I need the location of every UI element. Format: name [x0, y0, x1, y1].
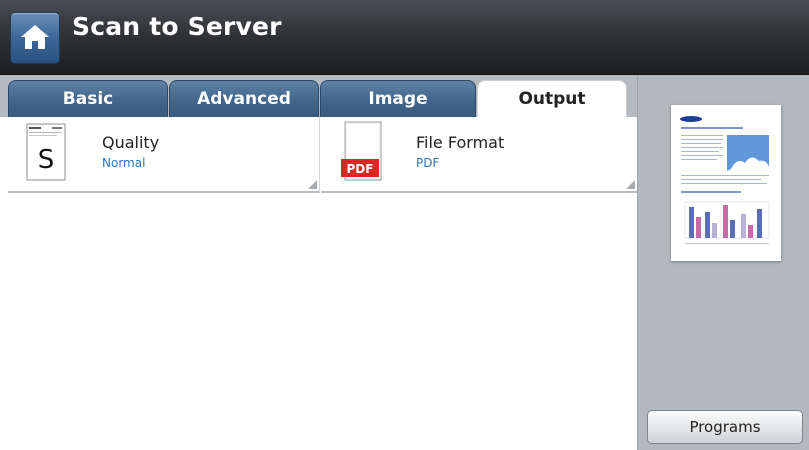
home-icon: [21, 25, 49, 49]
tab-image[interactable]: Image: [320, 80, 476, 117]
pdf-file-icon: PDF: [341, 121, 382, 181]
expand-corner-icon: [626, 180, 635, 189]
page-title: Scan to Server: [72, 12, 282, 41]
side-panel: Programs: [637, 75, 809, 450]
programs-button[interactable]: Programs: [647, 410, 803, 444]
quality-value: Normal: [102, 156, 146, 170]
quality-document-icon: S: [26, 123, 66, 181]
file-format-option[interactable]: PDF File Format PDF: [321, 117, 637, 193]
pdf-badge-text: PDF: [347, 162, 374, 176]
output-options-panel: S Quality Normal PDF File Format PDF: [0, 117, 637, 450]
document-preview-thumbnail[interactable]: [671, 105, 781, 261]
quality-icon-letter: S: [38, 145, 55, 175]
tab-bar: Basic Advanced Image Output: [0, 75, 637, 117]
tab-basic[interactable]: Basic: [8, 80, 168, 117]
expand-corner-icon: [308, 180, 317, 189]
preview-page-icon: [671, 105, 781, 261]
tab-output[interactable]: Output: [477, 80, 627, 117]
tab-advanced[interactable]: Advanced: [169, 80, 319, 117]
quality-label: Quality: [102, 133, 160, 152]
quality-option[interactable]: S Quality Normal: [8, 117, 320, 193]
title-bar: Scan to Server: [0, 0, 809, 75]
file-format-value: PDF: [416, 156, 440, 170]
file-format-label: File Format: [416, 133, 505, 152]
home-button[interactable]: [10, 12, 60, 64]
scan-to-server-screen: Scan to Server Basic Advanced Image Outp…: [0, 0, 809, 450]
